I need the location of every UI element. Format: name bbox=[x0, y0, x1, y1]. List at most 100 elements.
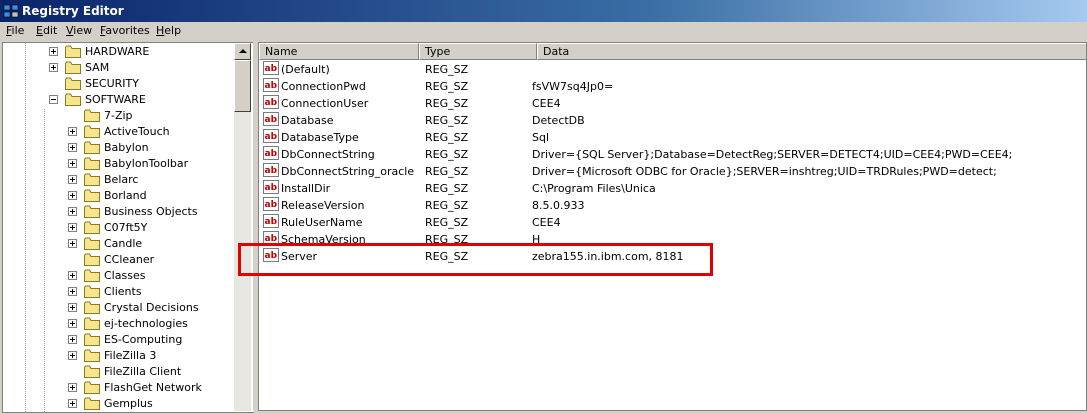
folder-icon bbox=[84, 381, 100, 394]
tree-node[interactable]: CCleaner bbox=[3, 252, 235, 268]
tree-node[interactable]: Borland bbox=[3, 188, 235, 204]
tree-node-label: Crystal Decisions bbox=[104, 301, 199, 314]
list-row[interactable]: ab Database REG_SZ DetectDB bbox=[259, 112, 1086, 129]
tree-node[interactable]: SAM bbox=[3, 60, 235, 76]
folder-icon bbox=[84, 221, 100, 234]
expand-plus-icon[interactable] bbox=[68, 191, 77, 200]
menu-accelerator: E bbox=[36, 24, 43, 37]
expand-plus-icon[interactable] bbox=[68, 303, 77, 312]
registry-tree[interactable]: HARDWARE SAM SECURITY SOFTWARE 7-Zip ActiveTo… bbox=[2, 42, 254, 413]
string-value-icon: ab bbox=[263, 197, 279, 211]
string-value-icon: ab bbox=[263, 112, 279, 126]
list-row[interactable]: ab DatabaseType REG_SZ Sql bbox=[259, 129, 1086, 146]
value-name: Database bbox=[281, 114, 334, 127]
expand-plus-icon[interactable] bbox=[68, 175, 77, 184]
expand-plus-icon[interactable] bbox=[49, 63, 58, 72]
values-list[interactable]: Name Type Data ab (Default) REG_SZ ab Connec… bbox=[258, 42, 1087, 411]
list-row[interactable]: ab RuleUserName REG_SZ CEE4 bbox=[259, 214, 1086, 231]
expand-plus-icon[interactable] bbox=[68, 351, 77, 360]
tree-node-label: ES-Computing bbox=[104, 333, 183, 346]
string-value-icon: ab bbox=[263, 129, 279, 143]
expand-plus-icon[interactable] bbox=[68, 143, 77, 152]
tree-node[interactable]: FileZilla 3 bbox=[3, 348, 235, 364]
value-type: REG_SZ bbox=[425, 63, 469, 76]
tree-node[interactable]: Clients bbox=[3, 284, 235, 300]
folder-icon bbox=[84, 317, 100, 330]
tree-node[interactable]: FlashGet Network bbox=[3, 380, 235, 396]
scroll-up-arrow-icon[interactable] bbox=[234, 43, 251, 60]
scroll-thumb[interactable] bbox=[234, 60, 251, 112]
menu-label: ile bbox=[11, 24, 25, 37]
folder-icon bbox=[84, 285, 100, 298]
value-data: fsVW7sq4Jp0= bbox=[532, 80, 614, 93]
expand-plus-icon[interactable] bbox=[49, 47, 58, 56]
tree-node[interactable]: Gemplus bbox=[3, 396, 235, 412]
value-name: ConnectionPwd bbox=[281, 80, 366, 93]
expand-plus-icon[interactable] bbox=[68, 159, 77, 168]
menu-favorites[interactable]: Favorites bbox=[100, 24, 150, 37]
value-type: REG_SZ bbox=[425, 131, 469, 144]
column-header-name[interactable]: Name bbox=[259, 43, 419, 60]
list-row[interactable]: ab (Default) REG_SZ bbox=[259, 61, 1086, 78]
expand-plus-icon[interactable] bbox=[68, 383, 77, 392]
list-row[interactable]: ab DbConnectString_oracle REG_SZ Driver={Mi… bbox=[259, 163, 1086, 180]
value-data: DetectDB bbox=[532, 114, 585, 127]
expand-plus-icon[interactable] bbox=[68, 239, 77, 248]
expand-plus-icon[interactable] bbox=[68, 207, 77, 216]
tree-node[interactable]: ActiveTouch bbox=[3, 124, 235, 140]
tree-node[interactable]: SOFTWARE bbox=[3, 92, 235, 108]
menu-file[interactable]: File bbox=[6, 24, 24, 37]
tree-node[interactable]: HARDWARE bbox=[3, 44, 235, 60]
expand-plus-icon[interactable] bbox=[68, 319, 77, 328]
menu-help[interactable]: Help bbox=[156, 24, 181, 37]
folder-icon bbox=[84, 365, 100, 378]
menu-view[interactable]: View bbox=[66, 24, 92, 37]
folder-icon bbox=[84, 173, 100, 186]
expand-plus-icon[interactable] bbox=[68, 223, 77, 232]
svg-text:ab: ab bbox=[265, 98, 278, 108]
list-row[interactable]: ab InstallDir REG_SZ C:\Program Files\Unica bbox=[259, 180, 1086, 197]
value-type: REG_SZ bbox=[425, 199, 469, 212]
folder-icon bbox=[65, 77, 81, 90]
list-row[interactable]: ab ReleaseVersion REG_SZ 8.5.0.933 bbox=[259, 197, 1086, 214]
tree-node[interactable]: Candle bbox=[3, 236, 235, 252]
string-value-icon: ab bbox=[263, 163, 279, 177]
tree-node-label: SECURITY bbox=[85, 77, 139, 90]
tree-node[interactable]: ES-Computing bbox=[3, 332, 235, 348]
expand-plus-icon[interactable] bbox=[68, 271, 77, 280]
tree-node[interactable]: Business Objects bbox=[3, 204, 235, 220]
tree-node[interactable]: Classes bbox=[3, 268, 235, 284]
tree-scrollbar[interactable] bbox=[234, 43, 251, 411]
tree-node[interactable]: Babylon bbox=[3, 140, 235, 156]
tree-node[interactable]: Crystal Decisions bbox=[3, 300, 235, 316]
folder-icon bbox=[84, 157, 100, 170]
svg-text:ab: ab bbox=[265, 166, 278, 176]
column-header-data[interactable]: Data bbox=[537, 43, 1086, 60]
expand-plus-icon[interactable] bbox=[68, 335, 77, 344]
tree-node[interactable]: SECURITY bbox=[3, 76, 235, 92]
value-type: REG_SZ bbox=[425, 182, 469, 195]
tree-node[interactable]: BabylonToolbar bbox=[3, 156, 235, 172]
tree-node[interactable]: 7-Zip bbox=[3, 108, 235, 124]
svg-text:ab: ab bbox=[265, 183, 278, 193]
list-row[interactable]: ab ConnectionUser REG_SZ CEE4 bbox=[259, 95, 1086, 112]
list-row[interactable]: ab DbConnectString REG_SZ Driver={SQL Serve… bbox=[259, 146, 1086, 163]
expand-plus-icon[interactable] bbox=[68, 127, 77, 136]
list-row[interactable]: ab ConnectionPwd REG_SZ fsVW7sq4Jp0= bbox=[259, 78, 1086, 95]
folder-icon bbox=[84, 333, 100, 346]
expand-plus-icon[interactable] bbox=[68, 399, 77, 408]
tree-node[interactable]: ej-technologies bbox=[3, 316, 235, 332]
value-type: REG_SZ bbox=[425, 216, 469, 229]
tree-node[interactable]: Belarc bbox=[3, 172, 235, 188]
value-name: DbConnectString_oracle bbox=[281, 165, 415, 178]
menu-edit[interactable]: Edit bbox=[36, 24, 57, 37]
column-header-type[interactable]: Type bbox=[419, 43, 537, 60]
tree-node[interactable]: C07ft5Y bbox=[3, 220, 235, 236]
expand-plus-icon[interactable] bbox=[68, 287, 77, 296]
value-data: CEE4 bbox=[532, 216, 561, 229]
collapse-minus-icon[interactable] bbox=[49, 95, 58, 104]
tree-node-label: SOFTWARE bbox=[85, 93, 146, 106]
folder-icon bbox=[84, 253, 100, 266]
tree-node-label: 7-Zip bbox=[104, 109, 133, 122]
tree-node[interactable]: FileZilla Client bbox=[3, 364, 235, 380]
